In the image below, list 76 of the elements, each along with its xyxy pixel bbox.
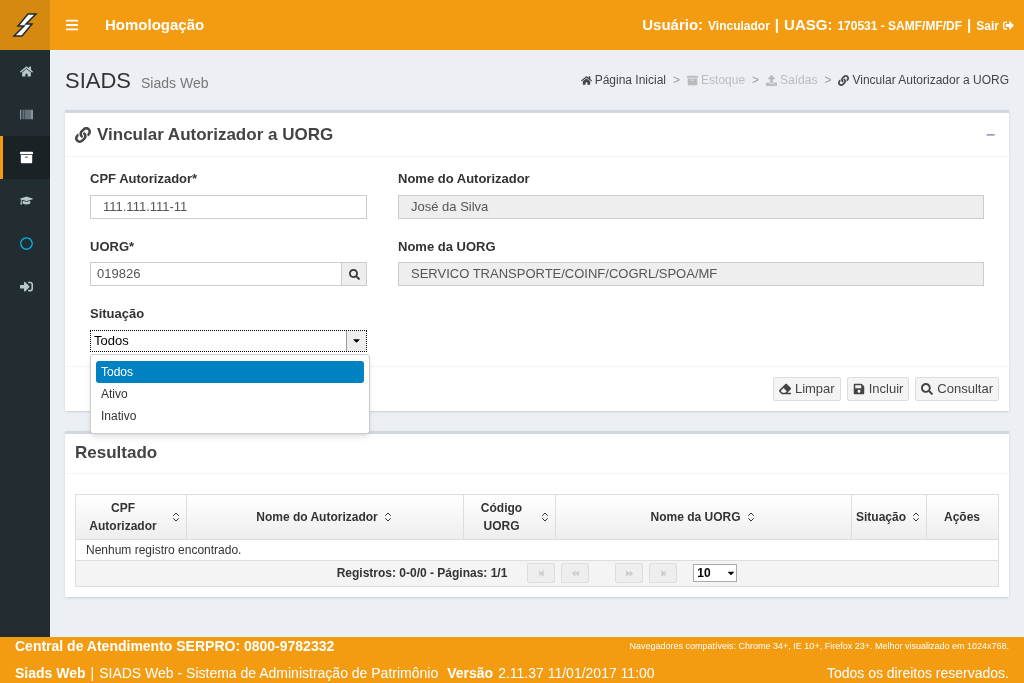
sort-icon — [539, 510, 551, 523]
field-label: Nome do Autorizador — [398, 170, 531, 188]
archive-box-icon — [20, 151, 33, 164]
column-header[interactable]: Código UORG — [463, 494, 555, 539]
save-icon — [852, 382, 865, 395]
next-icon — [625, 569, 633, 577]
sort-icon — [170, 510, 182, 523]
version-text: 2.11.37 11/01/2017 11:00 — [498, 664, 655, 683]
field-label: CPF Autorizador* — [90, 170, 199, 188]
archive-icon — [687, 74, 699, 86]
sign-out-icon — [1003, 20, 1014, 32]
logo[interactable] — [0, 0, 50, 50]
home-icon — [580, 74, 592, 86]
page-title: SIADS — [65, 66, 132, 95]
home-icon — [20, 65, 33, 78]
dropdown-option[interactable]: Inativo — [96, 405, 364, 427]
browser-note: Navegadores compatíveis: Chrome 34+, IE 10+, Firefox 23+. Melhor visualizado em 1024x768. — [629, 639, 1009, 653]
breadcrumb-separator: > — [752, 72, 760, 89]
breadcrumb-link[interactable]: Página Inicial — [580, 71, 667, 89]
pagination-summary: Registros: 0-0/0 - Páginas: 1/1 — [336, 565, 508, 582]
uasg-label: UASG: — [784, 14, 833, 35]
field-label: UORG* — [90, 237, 136, 256]
dropdown-option[interactable]: Todos — [96, 361, 364, 383]
upload-icon — [766, 74, 778, 86]
prev-icon — [571, 569, 579, 577]
search-icon — [348, 268, 360, 280]
sidebar-item[interactable] — [0, 136, 50, 179]
page-size-select[interactable]: 10 — [693, 564, 738, 582]
field-label: Situação — [90, 305, 146, 323]
link-icon — [838, 74, 850, 86]
empty-message: Nenhum registro encontrado. — [76, 538, 998, 560]
action-button[interactable]: Incluir — [846, 376, 910, 401]
breadcrumb-separator: > — [824, 72, 832, 89]
readonly-field: José da Silva — [398, 194, 984, 219]
link-icon — [75, 126, 91, 143]
sort-icon — [910, 510, 922, 523]
rights-text: Todos os direitos reservados. — [826, 664, 1009, 683]
version-label: Versão — [447, 664, 494, 683]
user-name: Vinculador — [708, 17, 770, 35]
search-icon — [921, 382, 934, 395]
support-line: Central de Atendimento SERPRO: 0800-9782332 — [15, 637, 335, 656]
uorg-field[interactable]: 019826 — [90, 262, 367, 286]
search-button[interactable] — [341, 263, 366, 285]
action-button[interactable]: Consultar — [915, 376, 999, 401]
barcode-icon — [20, 108, 33, 121]
environment-title: Homologação — [105, 14, 205, 35]
dropdown-option[interactable]: Ativo — [96, 383, 364, 405]
column-header[interactable]: Situação — [851, 494, 926, 539]
last-icon — [659, 569, 667, 577]
eraser-icon — [778, 382, 791, 395]
user-label: Usuário: — [642, 14, 704, 35]
status-dropdown[interactable]: Todos — [90, 329, 367, 352]
first-icon — [537, 569, 545, 577]
column-header[interactable]: Nome do Autorizador — [186, 494, 463, 539]
readonly-field: SERVICO TRANSPORTE/COINF/COGRL/SPOA/MF — [398, 262, 984, 286]
breadcrumb-separator: > — [673, 72, 681, 89]
page-subtitle: Siads Web — [141, 73, 209, 93]
app-name: Siads Web — [15, 664, 86, 683]
logo-icon — [10, 10, 40, 40]
panel-title: Vincular Autorizador a UORG — [97, 123, 334, 146]
column-header[interactable]: Nome da UORG — [555, 494, 851, 539]
breadcrumb-link[interactable]: Vincular Autorizador a UORG — [838, 71, 1009, 89]
field-label: Nome da UORG — [398, 237, 497, 256]
menu-icon[interactable] — [65, 18, 79, 32]
input-field[interactable]: 111.111.111-11 — [90, 194, 367, 219]
column-header[interactable]: CPF Autorizador — [76, 494, 186, 539]
column-header: Ações — [926, 494, 997, 539]
separator-text: | — [967, 14, 972, 35]
system-name: SIADS Web - Sistema de Administração de Patrimônio — [99, 664, 439, 683]
separator-text: | — [90, 664, 95, 683]
sign-in-icon — [20, 280, 33, 293]
separator-text: | — [774, 14, 780, 35]
action-button[interactable]: Limpar — [772, 376, 841, 401]
panel-title: Resultado — [75, 442, 158, 465]
graduation-cap-icon — [20, 194, 33, 207]
uasg-value: 170531 - SAMF/MF/DF — [837, 17, 963, 35]
